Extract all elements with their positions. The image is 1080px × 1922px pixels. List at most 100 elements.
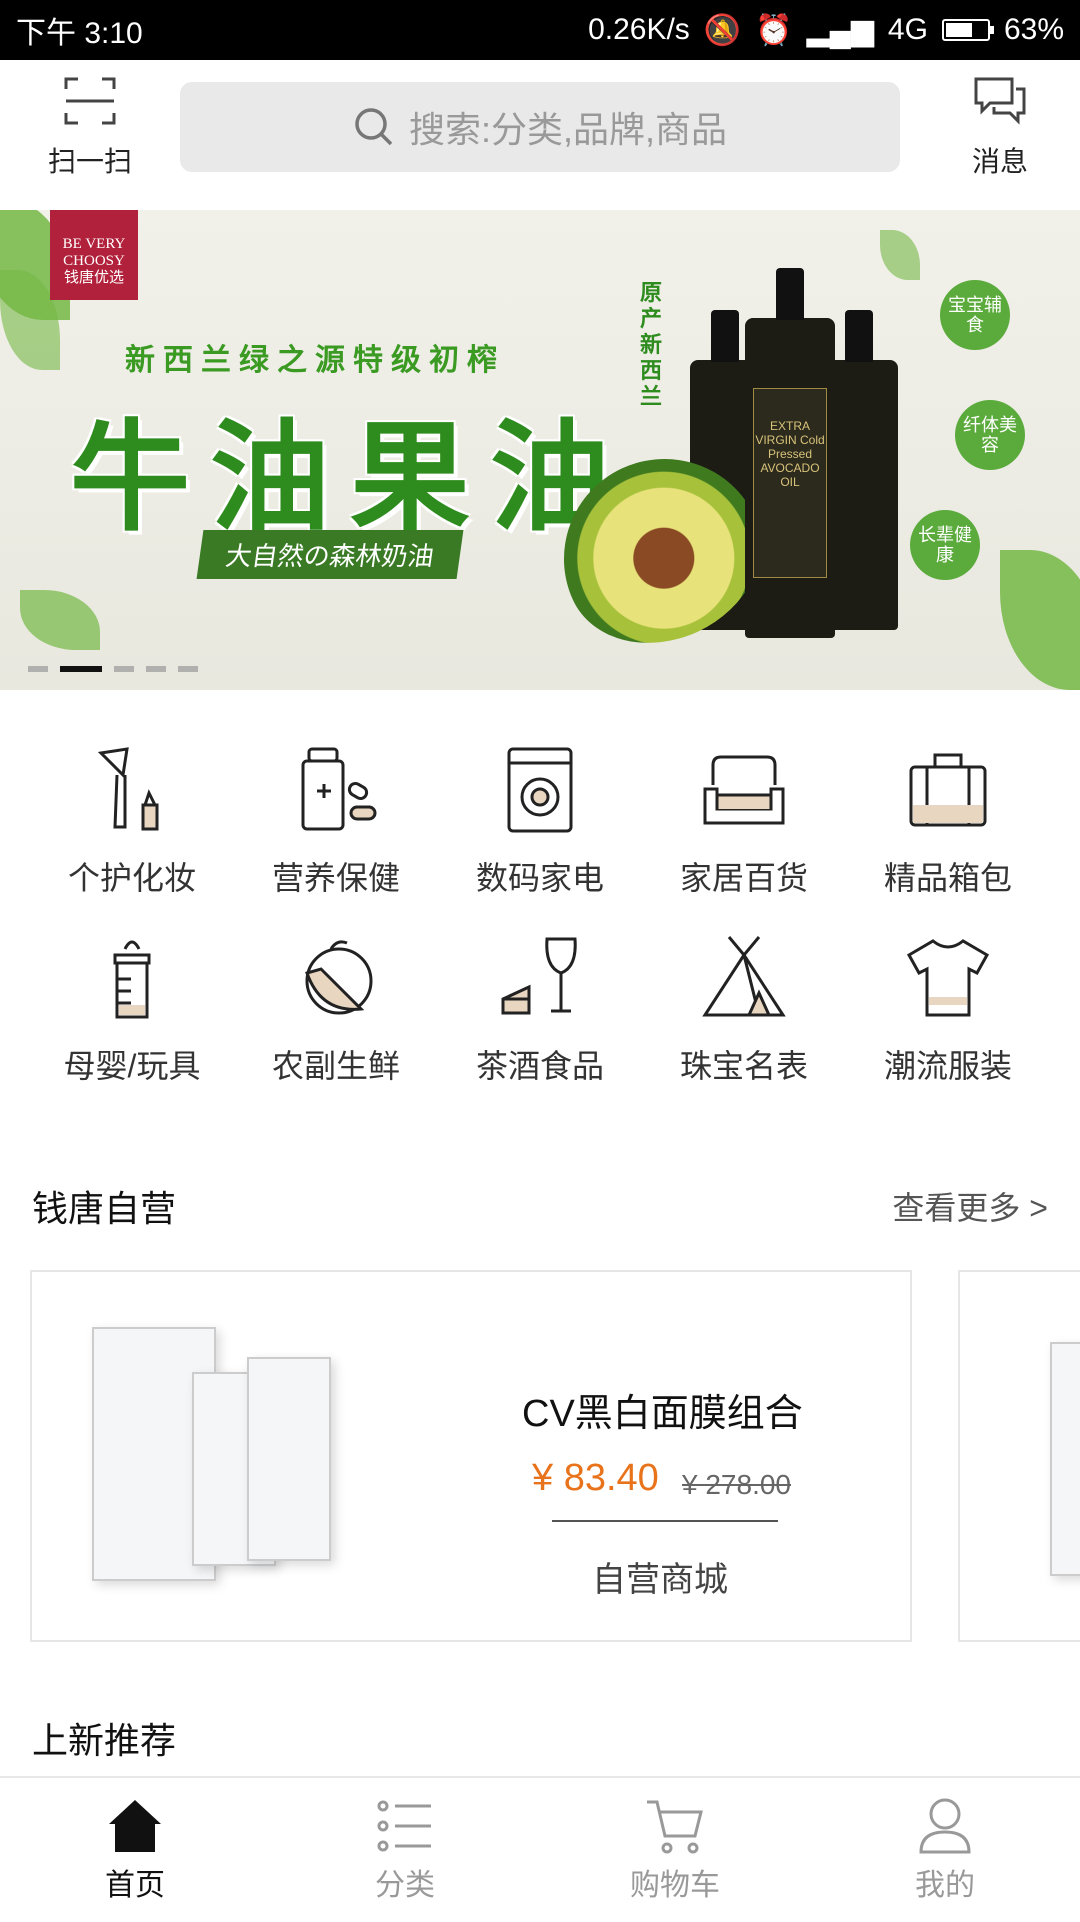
product-carousel[interactable]: CV黑白面膜组合 ¥ 83.40 ¥ 278.00 自营商城 [30, 1270, 1080, 1645]
category-label: 个护化妆 [67, 860, 196, 896]
medicine-bottle-icon [301, 747, 377, 831]
signal-icon: ▂▄▆ [806, 13, 874, 47]
home-icon [109, 1800, 161, 1852]
tab-mine[interactable]: 我的 [810, 1778, 1080, 1922]
category-label: 母婴/玩具 [63, 1048, 201, 1084]
oil-bottle-front: EXTRA VIRGIN Cold Pressed AVOCADO OIL [745, 268, 835, 638]
badge-baby: 宝宝辅食 [940, 280, 1010, 350]
tab-label: 首页 [105, 1869, 165, 1902]
category-digital[interactable]: 数码家电 [438, 745, 642, 899]
category-home[interactable]: 家居百货 [642, 745, 846, 899]
brand-logo: BE VERY CHOOSY 钱唐优选 [50, 210, 138, 300]
carousel-dot[interactable] [114, 666, 134, 672]
brand-line1: BE VERY [62, 236, 126, 252]
category-label: 数码家电 [475, 860, 604, 896]
category-label: 农副生鲜 [271, 1048, 400, 1084]
product-name: CV黑白面膜组合 [522, 1393, 803, 1435]
net-speed: 0.26K/s [588, 13, 690, 46]
bottle-label: EXTRA VIRGIN Cold Pressed AVOCADO OIL [753, 388, 827, 578]
category-fresh[interactable]: 农副生鲜 [234, 933, 438, 1087]
luggage-icon [909, 753, 987, 827]
carousel-dot-active[interactable] [60, 666, 102, 672]
search-input[interactable]: 搜索:分类,品牌,商品 [180, 82, 900, 172]
category-label: 潮流服装 [883, 1048, 1012, 1084]
makeup-brush-icon [97, 747, 159, 831]
carousel-dot[interactable] [28, 666, 48, 672]
message-label: 消息 [971, 146, 1028, 177]
top-bar: 扫一扫 搜索:分类,品牌,商品 消息 [0, 60, 1080, 210]
badge-beauty: 纤体美容 [955, 400, 1025, 470]
category-label: 营养保健 [271, 860, 400, 896]
banner-subtitle: 新西兰绿之源特级初榨 [125, 344, 505, 377]
list-icon [377, 1800, 431, 1852]
category-label: 茶酒食品 [475, 1048, 604, 1084]
tab-label: 我的 [915, 1869, 975, 1902]
product-shop: 自营商城 [592, 1561, 728, 1599]
promo-banner[interactable]: BE VERY CHOOSY 钱唐优选 新西兰绿之源特级初榨 牛油果油 大自然の… [0, 210, 1080, 690]
category-fashion[interactable]: 潮流服装 [846, 933, 1050, 1087]
divider [552, 1520, 778, 1522]
category-baby[interactable]: 母婴/玩具 [30, 933, 234, 1087]
scan-label: 扫一扫 [47, 146, 132, 177]
category-bags[interactable]: 精品箱包 [846, 745, 1050, 899]
washing-machine-icon [507, 747, 573, 833]
tshirt-icon [906, 939, 990, 1017]
user-icon [919, 1798, 971, 1854]
carousel-indicator[interactable] [28, 666, 198, 672]
badge-text: 长辈健康 [918, 525, 972, 565]
category-label: 精品箱包 [883, 860, 1012, 896]
product-price: ¥ 83.40 [532, 1457, 659, 1499]
product-original-price: ¥ 278.00 [682, 1469, 791, 1500]
new-arrivals-header: 上新推荐 [32, 1712, 1048, 1764]
bottom-nav: 首页 分类 购物车 我的 [0, 1776, 1080, 1922]
scan-button[interactable]: 扫一扫 [40, 75, 140, 180]
brand-line2: CHOOSY [63, 253, 125, 269]
category-jewelry[interactable]: 珠宝名表 [642, 933, 846, 1087]
product-image [1050, 1342, 1080, 1576]
carousel-dot[interactable] [146, 666, 166, 672]
tab-home[interactable]: 首页 [0, 1778, 270, 1922]
banner-title: 牛油果油 [70, 411, 630, 545]
badge-text: 纤体美容 [963, 415, 1017, 455]
wine-cake-icon [501, 937, 577, 1015]
message-button[interactable]: 消息 [950, 75, 1050, 180]
category-health[interactable]: 营养保健 [234, 745, 438, 899]
fruit-icon [305, 940, 373, 1015]
chat-bubble-icon [974, 77, 1026, 125]
category-makeup[interactable]: 个护化妆 [30, 745, 234, 899]
self-run-title: 钱唐自营 [32, 1188, 177, 1229]
banner-origin: 原产新西兰 [640, 280, 663, 409]
battery-level: 63% [1003, 13, 1064, 46]
tab-label: 购物车 [630, 1869, 720, 1902]
mute-icon: 🔕 [703, 13, 742, 47]
category-grid: 个护化妆 营养保健 数码家电 家居百货 精品箱包 母婴/玩具 农副生鲜 茶酒食品… [0, 745, 1080, 1087]
status-indicators: 0.26K/s 🔕 ⏰ ▂▄▆ 4G 63% [588, 13, 1064, 48]
category-tea-wine[interactable]: 茶酒食品 [438, 933, 642, 1087]
tab-category[interactable]: 分类 [270, 1778, 540, 1922]
self-run-header: 钱唐自营 查看更多 > [32, 1180, 1048, 1232]
status-bar: 下午 3:10 0.26K/s 🔕 ⏰ ▂▄▆ 4G 63% [0, 0, 1080, 60]
sofa-icon [703, 755, 785, 825]
search-placeholder: 搜索:分类,品牌,商品 [408, 109, 727, 150]
scan-icon [64, 77, 116, 125]
tab-cart[interactable]: 购物车 [540, 1778, 810, 1922]
view-more-link[interactable]: 查看更多 > [892, 1183, 1048, 1229]
cart-icon [647, 1800, 703, 1854]
product-card[interactable]: CV黑白面膜组合 ¥ 83.40 ¥ 278.00 自营商城 [30, 1270, 912, 1642]
carousel-dot[interactable] [178, 666, 198, 672]
new-arrivals-title: 上新推荐 [32, 1720, 177, 1761]
badge-text: 宝宝辅食 [948, 295, 1002, 335]
tent-icon [702, 936, 786, 1017]
search-icon [355, 108, 393, 146]
banner-slogan: 大自然の森林奶油 [196, 530, 464, 579]
tab-label: 分类 [375, 1869, 435, 1902]
network-type: 4G [887, 13, 928, 46]
brand-cn: 钱唐优选 [63, 270, 124, 286]
alarm-icon: ⏰ [755, 13, 793, 47]
battery-icon [941, 19, 994, 41]
product-card-next[interactable] [958, 1270, 1080, 1642]
badge-elder: 长辈健康 [910, 510, 980, 580]
category-label: 珠宝名表 [679, 1048, 808, 1084]
product-image [92, 1327, 342, 1587]
baby-bottle-icon [113, 940, 151, 1019]
